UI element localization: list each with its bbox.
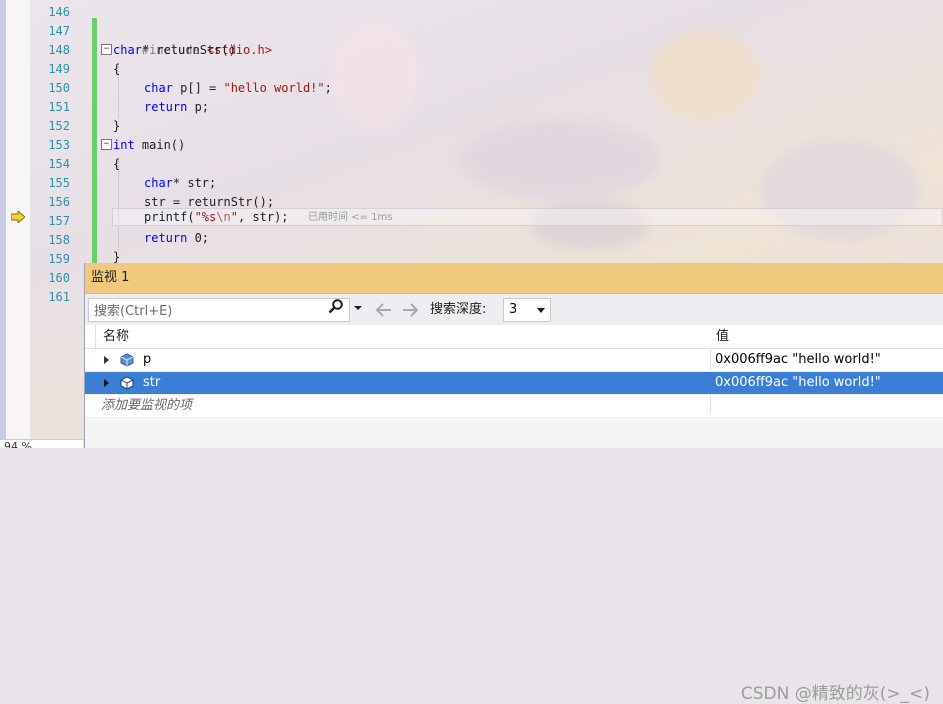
csdn-watermark: CSDN @精致的灰(>_<): [740, 684, 930, 704]
line-number: 146: [48, 5, 70, 19]
grid-header: 名称 值: [85, 325, 943, 349]
line-number: 156: [48, 195, 70, 209]
code-text: * str;: [172, 176, 217, 190]
search-icon[interactable]: [328, 298, 344, 314]
code-text: printf(: [144, 210, 195, 224]
line-number: 158: [48, 233, 70, 247]
variable-name: p: [143, 352, 152, 367]
collapse-toggle-icon[interactable]: −: [101, 44, 112, 55]
search-box: [88, 298, 350, 323]
editor-margin: [0, 0, 30, 448]
code-line-154: {: [113, 157, 121, 171]
code-line-149: {: [113, 62, 121, 76]
column-separator: [95, 325, 96, 348]
search-depth-value: 3: [509, 302, 518, 317]
keyword: char: [144, 81, 173, 95]
line-number: 155: [48, 176, 70, 190]
code-text: , str);: [237, 210, 289, 224]
variable-value: 0x006ff9ac "hello world!": [715, 375, 881, 390]
variable-cube-icon: [120, 353, 134, 367]
expand-arrow-icon[interactable]: [104, 356, 109, 364]
line-number: 161: [48, 290, 70, 304]
arrow-right-icon[interactable]: [401, 302, 419, 318]
code-line-157: printf("%s\n", str);: [144, 208, 289, 227]
arrow-left-icon[interactable]: [375, 302, 393, 318]
chevron-down-icon: [537, 308, 545, 313]
code-line-155: char* str;: [144, 174, 216, 193]
line-number: 159: [48, 252, 70, 266]
keyword: return: [144, 100, 188, 114]
line-number: 147: [48, 24, 70, 38]
keyword: char: [113, 43, 142, 57]
line-number: 153: [48, 138, 70, 152]
watch-window-title[interactable]: 监视 1: [85, 263, 943, 294]
line-number: 152: [48, 119, 70, 133]
search-depth-select[interactable]: 3: [503, 298, 551, 322]
code-text: ;: [324, 81, 332, 95]
add-watch-placeholder: 添加要监视的项: [101, 398, 193, 413]
line-number: 151: [48, 100, 70, 114]
search-depth-label: 搜索深度:: [430, 302, 487, 317]
search-input[interactable]: [89, 299, 316, 323]
keyword: char: [144, 176, 173, 190]
column-header-name[interactable]: 名称: [103, 325, 129, 348]
watch-window: 监视 1 搜索深度: 3 名称 值: [84, 263, 943, 704]
line-number: 154: [48, 157, 70, 171]
expand-arrow-icon[interactable]: [104, 379, 109, 387]
variable-value: 0x006ff9ac "hello world!": [715, 352, 881, 367]
code-line-152: }: [113, 119, 121, 133]
watch-toolbar: 搜索深度: 3: [85, 294, 943, 326]
line-number: 157: [48, 214, 70, 228]
code-line-150: char p[] = "hello world!";: [144, 79, 332, 98]
line-number: 150: [48, 81, 70, 95]
variable-cube-icon: [120, 376, 134, 390]
code-line-151: return p;: [144, 98, 209, 117]
change-tracking-bar: [92, 18, 97, 264]
string-literal: ": [230, 210, 238, 224]
code-text: main(): [134, 138, 186, 152]
watch-row-str[interactable]: str 0x006ff9ac "hello world!": [85, 372, 943, 395]
watch-row-p[interactable]: p 0x006ff9ac "hello world!": [85, 349, 943, 372]
code-line-148: char* returnStr(): [113, 41, 236, 60]
instruction-pointer-arrow-icon[interactable]: [11, 211, 25, 223]
line-number: 160: [48, 271, 70, 285]
add-watch-item[interactable]: 添加要监视的项: [85, 395, 943, 418]
code-text: * returnStr(): [141, 43, 236, 57]
keyword: return: [144, 231, 188, 245]
line-number: 148: [48, 43, 70, 57]
code-line-158: return 0;: [144, 229, 209, 248]
string-literal: "hello world!": [223, 81, 325, 95]
zoom-level[interactable]: 94 %: [0, 439, 83, 448]
code-line-147: #include <stdio.h>: [113, 22, 272, 57]
perf-tip[interactable]: 已用时间 <= 1ms: [308, 208, 392, 227]
code-text: 0;: [187, 231, 210, 245]
line-number: 149: [48, 62, 70, 76]
string-literal: "%s: [194, 210, 217, 224]
chevron-down-icon[interactable]: [353, 303, 363, 313]
watch-grid: 名称 值 p 0x006ff9ac "hello world!" str 0x0…: [85, 325, 943, 418]
keyword: int: [113, 138, 135, 152]
escape-sequence: \n: [216, 210, 231, 224]
code-line-153: int main(): [113, 136, 185, 155]
collapse-toggle-icon[interactable]: −: [101, 139, 112, 150]
code-text: p[] =: [172, 81, 224, 95]
variable-name: str: [143, 375, 161, 390]
column-header-value[interactable]: 值: [716, 325, 729, 348]
code-text: p;: [187, 100, 210, 114]
